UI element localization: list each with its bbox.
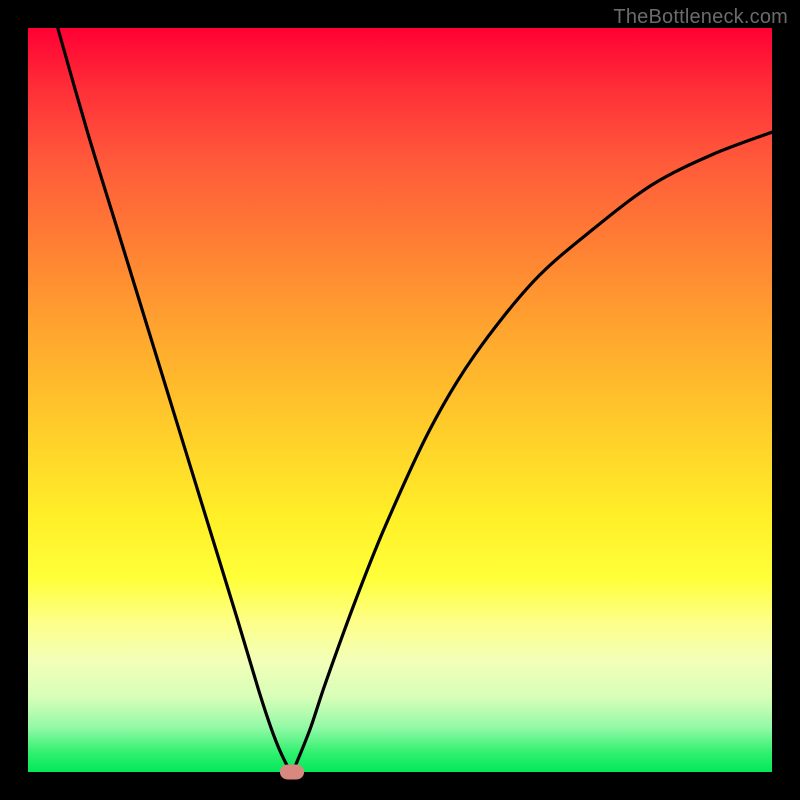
curve-layer: [28, 28, 772, 772]
watermark-label: TheBottleneck.com: [613, 6, 788, 29]
optimum-marker: [280, 765, 304, 780]
plot-area: [28, 28, 772, 772]
bottleneck-curve: [58, 28, 772, 772]
chart-frame: TheBottleneck.com: [0, 0, 800, 800]
